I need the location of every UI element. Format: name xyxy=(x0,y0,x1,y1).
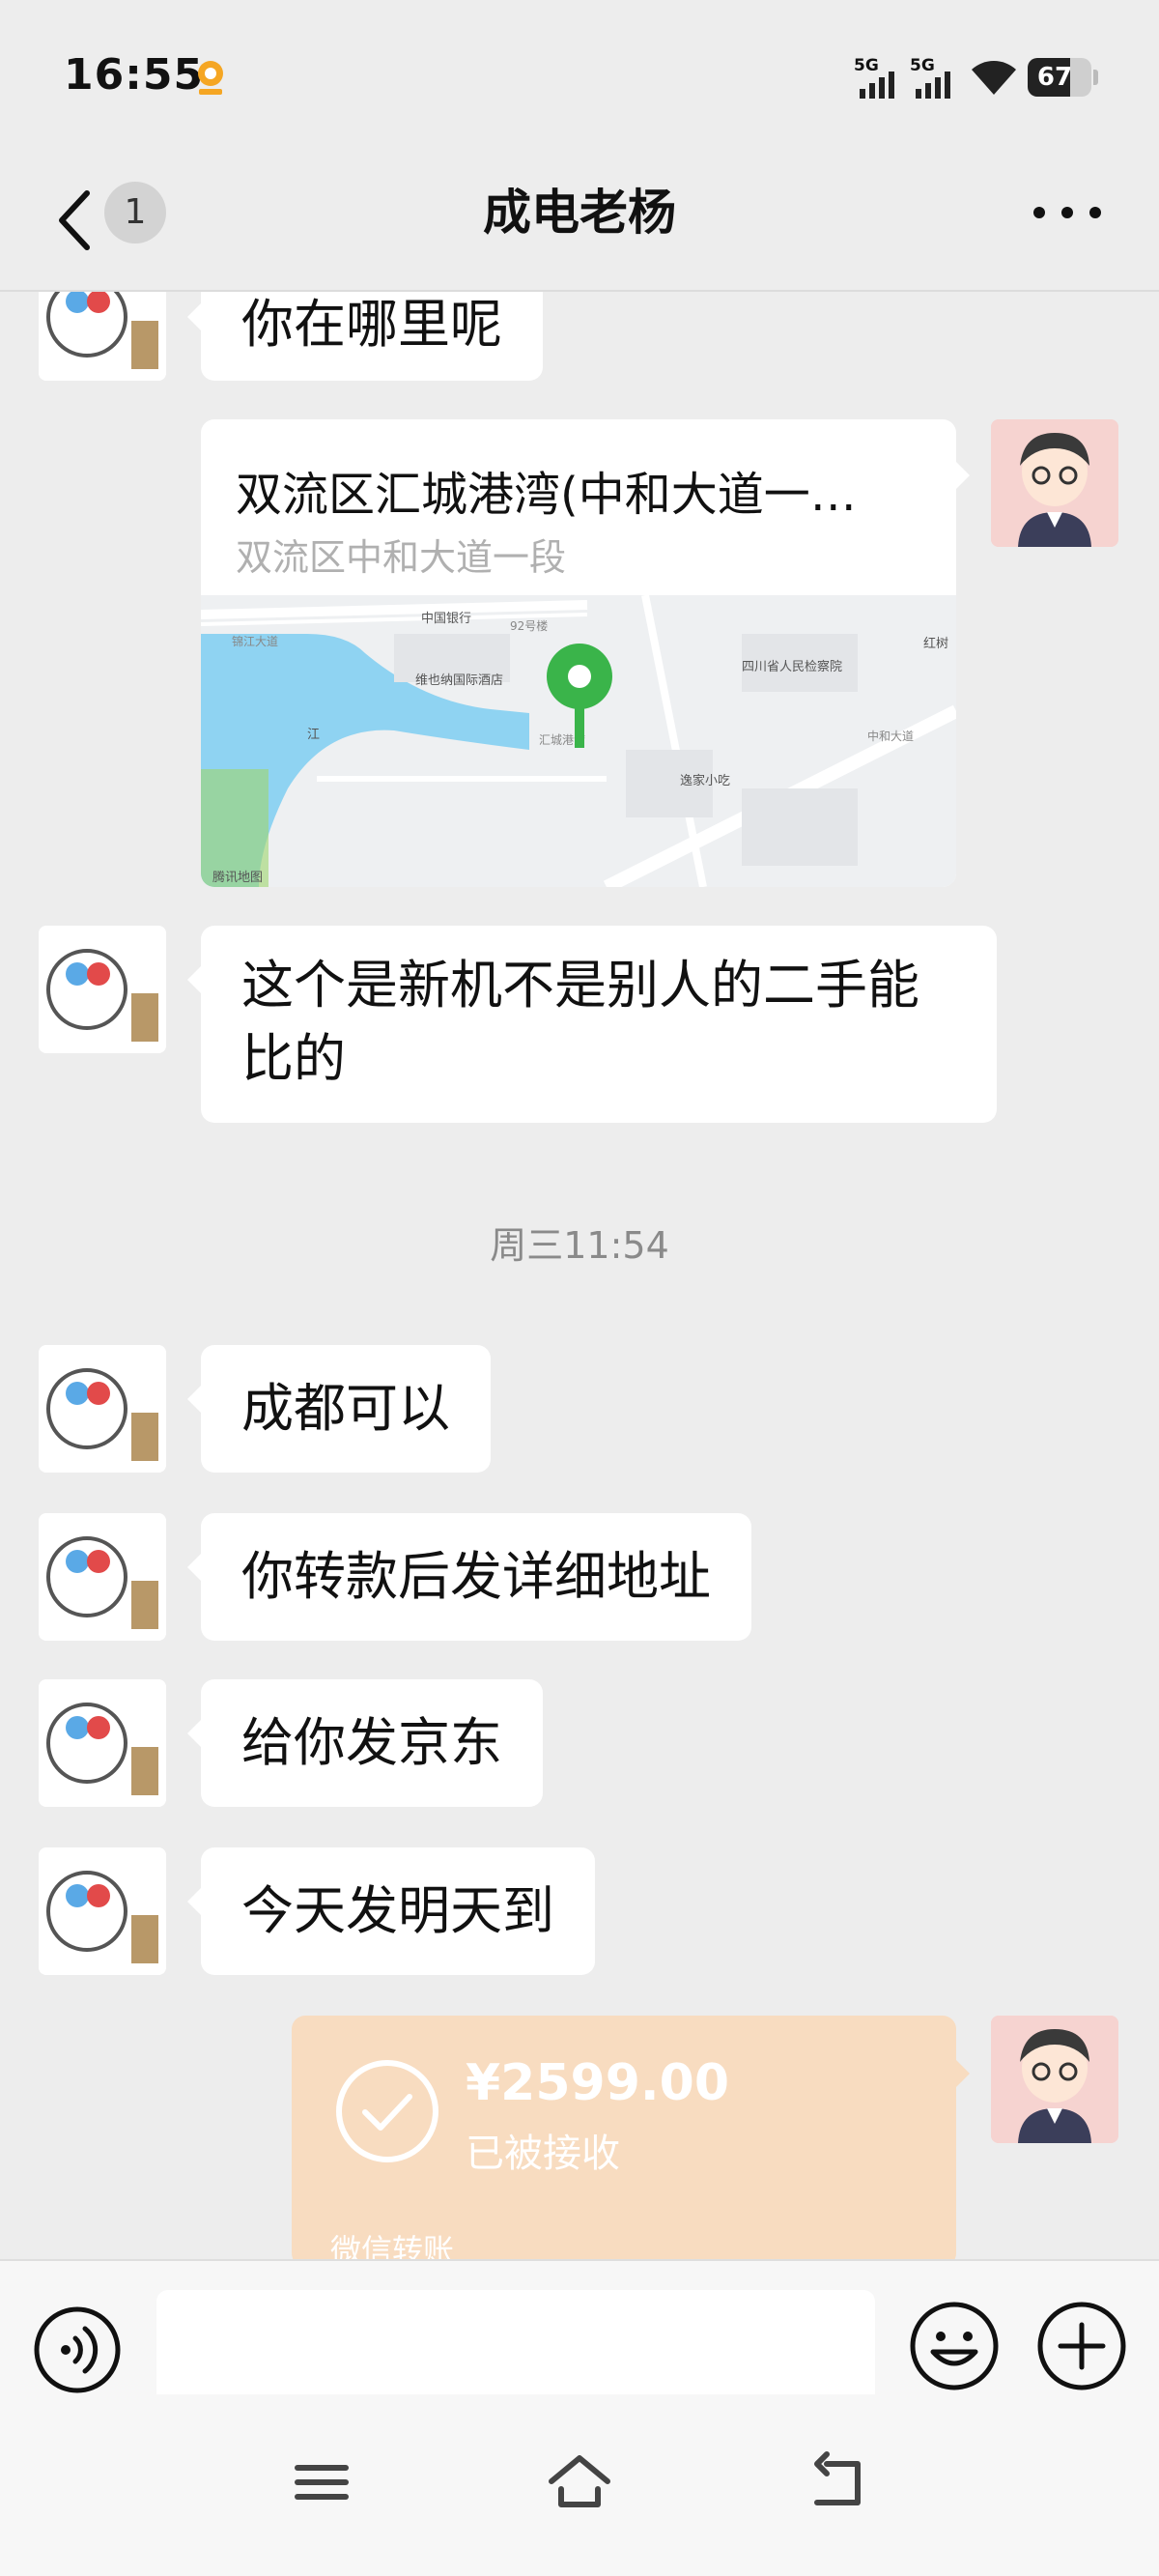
transfer-amount: ¥2599.00 xyxy=(466,2054,730,2112)
app-notification-icon xyxy=(198,61,223,95)
map-label-restaurant: 逸家小吃 xyxy=(680,773,730,788)
map-label-red: 红树 xyxy=(923,636,948,651)
bubble-tail xyxy=(956,2060,970,2087)
message-bubble[interactable]: 你在哪里呢 xyxy=(187,292,543,381)
home-icon[interactable] xyxy=(546,2448,613,2516)
contact-avatar[interactable] xyxy=(39,1513,166,1641)
back-icon[interactable] xyxy=(46,182,104,259)
location-subtitle: 双流区中和大道一段 xyxy=(236,536,567,579)
menu-icon[interactable] xyxy=(288,2448,355,2516)
map-label-building: 92号楼 xyxy=(510,618,548,633)
map-label-hotel: 维也纳国际酒店 xyxy=(415,673,503,688)
map-label-bank: 中国银行 xyxy=(421,612,471,626)
unread-count-badge[interactable]: 1 xyxy=(104,182,166,243)
more-icon[interactable] xyxy=(1033,184,1101,242)
map-label-gov: 四川省人民检察院 xyxy=(742,660,842,674)
message-bubble[interactable]: 给你发京东 xyxy=(187,1679,543,1807)
contact-avatar[interactable] xyxy=(39,1679,166,1807)
check-icon xyxy=(336,2060,438,2162)
chat-area[interactable]: 你在哪里呢 双流区汇城港湾(中和大道一… 双流区中和大道一段 中国银行 维也纳国… xyxy=(0,292,1159,2259)
my-avatar[interactable] xyxy=(991,2016,1118,2143)
wifi-icon xyxy=(972,61,1016,95)
location-card[interactable]: 双流区汇城港湾(中和大道一… 双流区中和大道一段 中国银行 维也纳国际酒店 92… xyxy=(201,419,956,887)
location-map[interactable]: 中国银行 维也纳国际酒店 92号楼 四川省人民检察院 红树 逸家小吃 汇城港湾 … xyxy=(201,595,956,887)
signal-sim2-icon: 5G xyxy=(910,56,960,99)
chat-title: 成电老杨 xyxy=(483,185,676,241)
timestamp-divider: 周三11:54 xyxy=(490,1224,669,1267)
my-avatar[interactable] xyxy=(991,419,1118,547)
transfer-label: 微信转账 xyxy=(330,2232,455,2259)
contact-avatar[interactable] xyxy=(39,292,166,381)
map-label-road: 中和大道 xyxy=(867,729,914,743)
transfer-card[interactable]: ¥2599.00 已被接收 微信转账 xyxy=(292,2016,956,2259)
status-bar: 16:55 5G 5G 67 xyxy=(0,0,1159,155)
status-time: 16:55 xyxy=(64,50,205,100)
contact-avatar[interactable] xyxy=(39,1847,166,1975)
return-icon[interactable] xyxy=(804,2448,871,2516)
message-bubble[interactable]: 你转款后发详细地址 xyxy=(187,1513,751,1641)
map-label-river: 江 xyxy=(307,728,320,742)
map-attribution: 腾讯地图 xyxy=(212,870,263,885)
battery-icon: 67 xyxy=(1028,58,1098,97)
message-bubble[interactable]: 这个是新机不是别人的二手能比的 xyxy=(187,926,997,1123)
contact-avatar[interactable] xyxy=(39,926,166,1053)
signal-sim1-icon: 5G xyxy=(854,56,904,99)
transfer-status: 已被接收 xyxy=(466,2132,620,2176)
map-label-sign: 锦江大道 xyxy=(232,635,278,648)
message-bubble[interactable]: 今天发明天到 xyxy=(187,1847,595,1975)
input-bar xyxy=(0,2259,1159,2418)
location-title: 双流区汇城港湾(中和大道一… xyxy=(236,468,857,522)
emoji-icon[interactable] xyxy=(908,2300,1001,2392)
contact-avatar[interactable] xyxy=(39,1345,166,1473)
voice-icon[interactable] xyxy=(33,2305,122,2394)
message-bubble[interactable]: 成都可以 xyxy=(187,1345,491,1473)
system-nav-bar xyxy=(0,2394,1159,2576)
bubble-tail xyxy=(956,462,970,489)
plus-icon[interactable] xyxy=(1035,2300,1128,2392)
